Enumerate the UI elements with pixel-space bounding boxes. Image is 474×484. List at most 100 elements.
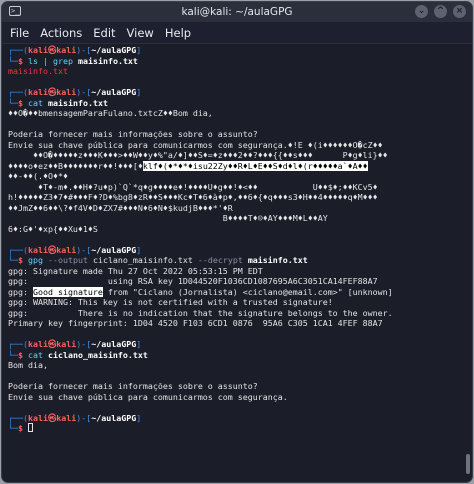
term-text: ♦♦-♦♦(.♦O♦*♦ — [8, 171, 68, 181]
command-option: --decrypt — [192, 255, 248, 265]
close-icon[interactable]: × — [453, 5, 466, 18]
term-text: ♦T♦-m♦.♦♦H♦?u♦p)`Q`*q♦g♦♦♦♦e♦!♦♦♦♦U♦g♦♦!… — [8, 181, 378, 192]
menu-bar: File Actions Edit View Help — [2, 22, 472, 44]
good-signature-highlight: klf♦(♦*♦*♦isu22Zy♦♦R♦L♦E♦♦S♦d♦l♦(r♦♦♦♦♦a… — [142, 160, 368, 171]
output-line: ♦♦JmZ♦♦6♦♦\?♦f4V♦D♦ZX7#♦♦♦N♦6♦N♦$kudjB♦♦… — [8, 203, 462, 214]
window-title: kali@kali: ~/aulaGPG — [181, 6, 293, 18]
menu-help[interactable]: Help — [165, 26, 191, 40]
terminal-icon: >_ — [9, 6, 21, 16]
term-text: gpg: using RSA key 1D044520F1036CD108769… — [8, 276, 378, 286]
prompt-path: ~/aulaGPG — [91, 339, 137, 349]
command-arg: maisinfo.txt — [247, 255, 308, 265]
term-text: B♦♦♦♦T♦☺♦AY♦♦♦M♦L♦♦AY — [8, 213, 328, 223]
term-text: gpg: WARNING: This key is not certified … — [8, 297, 333, 307]
prompt-host: kali — [56, 412, 77, 423]
prompt-frame: )-[ — [76, 244, 92, 255]
prompt-frame: └─ — [8, 255, 18, 265]
prompt-frame: )-[ — [76, 412, 92, 423]
prompt-path: ~/aulaGPG — [91, 244, 137, 255]
command-line: └─$ ls | grep maisinfo.txt — [8, 56, 462, 67]
maximize-icon[interactable]: ^ — [434, 5, 447, 18]
menu-view[interactable]: View — [127, 26, 154, 40]
command-line: └─$ cat ciclano_maisinfo.txt — [8, 350, 462, 361]
command-line: └─$ — [8, 423, 462, 434]
output-line: Primary key fingerprint: 1D04 4520 F103 … — [8, 318, 462, 329]
output-line: ♦T♦-m♦.♦♦H♦?u♦p)`Q`*q♦g♦♦♦♦e♦!♦♦♦♦U♦g♦♦!… — [8, 182, 462, 193]
menu-actions[interactable]: Actions — [40, 26, 82, 40]
term-text: Poderia fornecer mais informações sobre … — [8, 129, 258, 139]
term-text: gpg: — [8, 286, 33, 297]
prompt-user: kali — [27, 339, 48, 349]
prompt-user: kali — [27, 244, 48, 255]
prompt-frame: └─ — [8, 97, 18, 108]
output-line: Envie sua chave pública para comunicarmo… — [8, 392, 462, 403]
output-line: ♦♦♦♦o♦ez♦♦B♦♦♦♦♦♦♦r♦♦!♦♦♦[♦klf♦(♦*♦*♦isu… — [8, 160, 462, 172]
prompt-host: kali — [56, 339, 77, 349]
prompt-path: ~/aulaGPG — [91, 412, 137, 423]
output-line: Bom dia, — [8, 360, 462, 371]
prompt-host: kali — [56, 45, 77, 55]
term-text: Envie sua chave pública para comunicarmo… — [8, 139, 383, 150]
term-text: Bom dia, — [8, 360, 48, 370]
prompt-frame: )-[ — [76, 339, 92, 349]
output-line: Poderia fornecer mais informações sobre … — [8, 129, 462, 140]
term-text: from "Ciclano (Jornalista) <ciclano@emai… — [102, 286, 393, 297]
command: ls — [28, 55, 38, 66]
prompt-line: ┌──(kali㉿kali)-[~/aulaGPG] — [8, 245, 462, 256]
window-controls: ⌄ ^ × — [415, 5, 466, 18]
prompt-line: ┌──(kali㉿kali)-[~/aulaGPG] — [8, 413, 462, 424]
command: cat — [28, 97, 43, 108]
menu-file[interactable]: File — [10, 26, 29, 40]
prompt-frame: ] — [136, 339, 142, 349]
output-line: ♦♦O�♦♦♦♦♦z♦♦♦K♦♦♦>♦♦W♦♦y♦%"a/♦]♦♦S♦=♦z♦♦… — [8, 150, 462, 161]
prompt-path: ~/aulaGPG — [91, 45, 137, 55]
prompt-symbol: $ — [18, 97, 28, 108]
term-text: gpg: Signature made Thu 27 Oct 2022 05:5… — [8, 265, 263, 276]
prompt-user: kali — [27, 45, 48, 55]
prompt-line: ┌──(kali㉿kali)-[~/aulaGPG] — [8, 87, 462, 98]
output-line: gpg: WARNING: This key is not certified … — [8, 297, 462, 308]
prompt-symbol: $ — [18, 349, 28, 360]
output-line: gpg: There is no indication that the sig… — [8, 308, 462, 319]
output-line: h!♦♦♦♦♦Z3♦7♦#♦♦♦F♦?D♦%bg8♦zR♦♦S♦♦♦Kc♦T♦6… — [8, 192, 462, 203]
prompt-line: ┌──(kali㉿kali)-[~/aulaGPG] — [8, 45, 462, 56]
prompt-frame: )-[ — [76, 45, 92, 55]
command-option: --output — [43, 255, 93, 265]
term-text: ♦♦O�♦♦bmensagemParaFulano.txtcZ♦♦Bom dia… — [8, 108, 213, 118]
output-line: 6♦:G♦'♦xp{♦♦Xu♦1♦S — [8, 224, 462, 235]
output-line: gpg: Good signature from "Ciclano (Jorna… — [8, 286, 462, 298]
command-line: └─$ gpg --output ciclano_maisinfo.txt --… — [8, 255, 462, 266]
term-text: Envie sua chave pública para comunicarmo… — [8, 391, 288, 402]
term-text: ♦♦♦♦o♦ez♦♦B♦♦♦♦♦♦♦r♦♦!♦♦♦[♦ — [8, 160, 143, 171]
prompt-frame: ] — [136, 87, 142, 97]
prompt-host: kali — [56, 87, 77, 97]
terminal-window: >_ kali@kali: ~/aulaGPG ⌄ ^ × File Actio… — [2, 2, 472, 482]
prompt-frame: └─ — [8, 55, 18, 66]
good-signature-highlight: Good signature — [32, 286, 103, 297]
prompt-frame: )-[ — [76, 87, 92, 97]
command: grep — [53, 55, 73, 66]
scrollbar[interactable] — [466, 454, 470, 474]
command: cat — [28, 349, 43, 360]
term-text: gpg: There is no indication that the sig… — [8, 307, 393, 318]
term-text: Poderia fornecer mais informações sobre … — [8, 381, 258, 391]
output-line: ♦♦O�♦♦bmensagemParaFulano.txtcZ♦♦Bom dia… — [8, 108, 462, 119]
terminal-output[interactable]: ┌──(kali㉿kali)-[~/aulaGPG] └─$ ls | grep … — [2, 44, 462, 482]
output-line: B♦♦♦♦T♦☺♦AY♦♦♦M♦L♦♦AY — [8, 213, 462, 224]
prompt-symbol: $ — [18, 423, 28, 433]
prompt-frame: ┌──( — [8, 244, 28, 255]
term-text: ♦♦JmZ♦♦6♦♦\?♦f4V♦D♦ZX7#♦♦♦N♦6♦N♦$kudjB♦♦… — [8, 202, 233, 213]
term-text: 6♦:G♦'♦xp{♦♦Xu♦1♦S — [8, 223, 98, 234]
menu-edit[interactable]: Edit — [93, 26, 115, 40]
output-line: Envie sua chave pública para comunicarmo… — [8, 140, 462, 151]
cursor — [28, 423, 33, 432]
command: gpg — [28, 255, 43, 265]
term-text: h!♦♦♦♦♦Z3♦7♦#♦♦♦F♦?D♦%bg8♦zR♦♦S♦♦♦Kc♦T♦6… — [8, 192, 378, 202]
output-line: maisinfo.txt — [8, 66, 462, 77]
grep-match: maisinfo.txt — [8, 66, 68, 76]
prompt-frame: └─ — [8, 349, 18, 360]
minimize-icon[interactable]: ⌄ — [415, 5, 428, 18]
